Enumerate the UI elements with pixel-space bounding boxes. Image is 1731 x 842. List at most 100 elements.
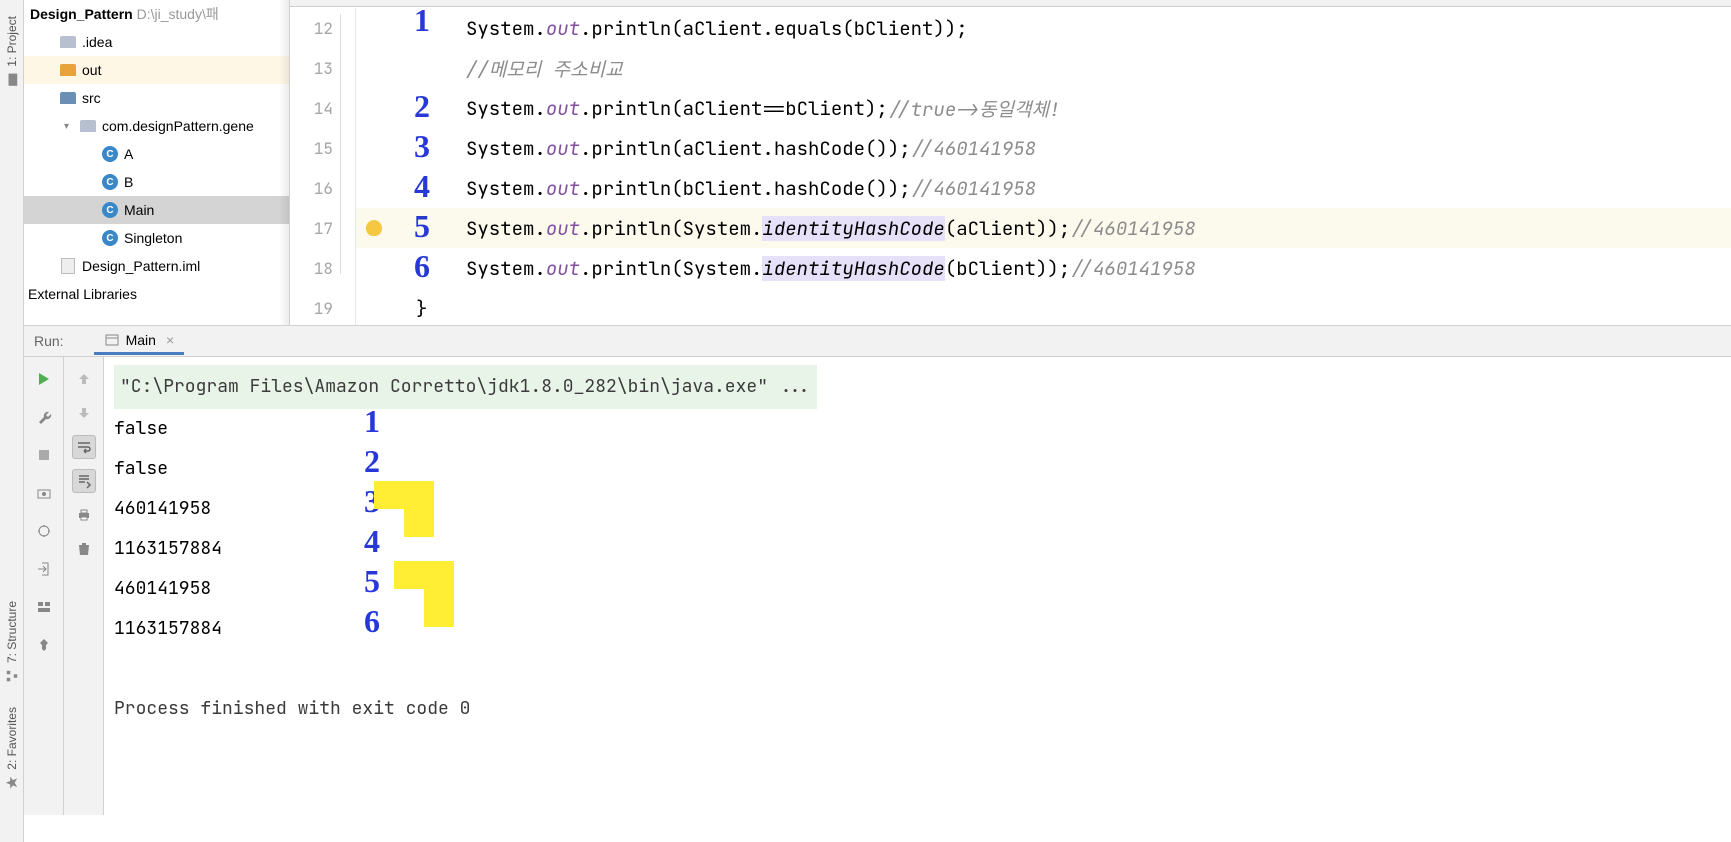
tree-item-label: Singleton — [124, 230, 182, 246]
code-line[interactable]: System.out.println(System.identityHashCo… — [356, 208, 1731, 248]
tree-item[interactable]: src — [24, 84, 289, 112]
class-icon: C — [100, 146, 120, 162]
handwritten-annotation: 5 — [414, 208, 430, 245]
star-icon — [5, 776, 19, 790]
up-button[interactable] — [72, 367, 96, 391]
chevron-icon: ▾ — [64, 121, 78, 132]
code-line[interactable]: } — [356, 288, 1731, 328]
tree-item[interactable]: ▾ com.designPattern.gene — [24, 112, 289, 140]
soft-wrap-button[interactable] — [72, 435, 96, 459]
tree-item-label: src — [82, 90, 101, 106]
camera-button[interactable] — [32, 481, 56, 505]
handwritten-annotation: 2 — [414, 88, 430, 125]
run-panel: Run: Main × — [24, 325, 1731, 815]
folder-icon — [58, 92, 78, 104]
rerun-button[interactable] — [32, 367, 56, 391]
tree-item[interactable]: CB — [24, 168, 289, 196]
pin-button[interactable] — [32, 633, 56, 657]
code-line[interactable]: System.out.println(aClient.hashCode());/… — [356, 128, 1731, 168]
tree-item-label: B — [124, 174, 133, 190]
code-line[interactable]: //메모리 주소비교 — [356, 48, 1731, 88]
external-libraries[interactable]: External Libraries — [24, 280, 289, 308]
output-line: 460141958 — [114, 489, 1721, 529]
trash-button[interactable] — [72, 537, 96, 561]
tree-item[interactable]: .idea — [24, 28, 289, 56]
debug-button[interactable] — [32, 519, 56, 543]
code-token: out — [546, 96, 580, 121]
editor: CSingleton.javaCA.javaCMain.javaCB.java … — [290, 0, 1731, 325]
structure-icon — [5, 669, 19, 683]
print-button[interactable] — [72, 503, 96, 527]
code-line[interactable]: System.out.println(System.identityHashCo… — [356, 248, 1731, 288]
scroll-to-end-button[interactable] — [72, 469, 96, 493]
code-token: //true->동일객체! — [888, 95, 1061, 122]
class-icon: C — [100, 202, 120, 218]
run-toolbar-secondary — [64, 357, 104, 815]
code-token: out — [546, 16, 580, 41]
tool-project[interactable]: 1: Project — [5, 16, 19, 87]
folder-icon — [5, 73, 19, 87]
tree-item-label: com.designPattern.gene — [102, 118, 254, 134]
code-token: System. — [466, 96, 546, 121]
run-label: Run: — [34, 333, 64, 349]
handwritten-annotation: 4 — [414, 168, 430, 205]
handwritten-annotation: 3 — [414, 128, 430, 165]
stop-button[interactable] — [32, 443, 56, 467]
output-line: false — [114, 409, 1721, 449]
code-token: .println(System. — [580, 216, 762, 241]
code-token: (bClient)); — [945, 256, 1070, 281]
line-number: 14 — [290, 88, 355, 128]
tree-item-label: Main — [124, 202, 154, 218]
code-line[interactable]: System.out.println(aClient.equals(bClien… — [356, 8, 1731, 48]
line-number: 19 — [290, 288, 355, 328]
folder-icon — [78, 120, 98, 132]
folder-icon — [58, 64, 78, 76]
class-icon: C — [100, 174, 120, 190]
code-token: //460141958 — [1070, 216, 1195, 241]
layout-button[interactable] — [32, 595, 56, 619]
code-line[interactable]: System.out.println(bClient.hashCode());/… — [356, 168, 1731, 208]
code-token: identityHashCode — [762, 256, 944, 281]
line-number: 13 — [290, 48, 355, 88]
left-tool-strip: 1: Project 7: Structure 2: Favorites — [0, 0, 24, 842]
console[interactable]: "C:\Program Files\Amazon Corretto\jdk1.8… — [104, 357, 1731, 815]
command-line: "C:\Program Files\Amazon Corretto\jdk1.8… — [114, 365, 817, 409]
tree-item[interactable]: out — [24, 56, 289, 84]
code-token: System. — [466, 216, 546, 241]
handwritten-annotation: 1 — [414, 2, 430, 39]
tree-item[interactable]: CA — [24, 140, 289, 168]
run-toolbar-primary — [24, 357, 64, 815]
wrench-button[interactable] — [32, 405, 56, 429]
gutter: 1213141516171819 — [290, 8, 356, 328]
code-token: //460141958 — [911, 176, 1036, 201]
output-line: 460141958 — [114, 569, 1721, 609]
down-button[interactable] — [72, 401, 96, 425]
code-line[interactable]: System.out.println(aClient==bClient);//t… — [356, 88, 1731, 128]
class-icon: C — [100, 230, 120, 246]
tool-favorites[interactable]: 2: Favorites — [5, 707, 19, 790]
tree-item[interactable]: CMain — [24, 196, 289, 224]
tree-item[interactable]: Design_Pattern.iml — [24, 252, 289, 280]
code-token: System. — [466, 16, 546, 41]
tree-item-label: Design_Pattern.iml — [82, 258, 200, 274]
code-token: (aClient)); — [945, 216, 1070, 241]
project-tree[interactable]: Design_Pattern D:\ji_study\패 .idea out src… — [24, 0, 290, 325]
tree-item-label: A — [124, 146, 133, 162]
code-token: System. — [466, 136, 546, 161]
module-icon — [58, 258, 78, 274]
close-icon[interactable]: × — [166, 332, 174, 348]
tree-item-label: .idea — [82, 34, 112, 50]
line-number: 16 — [290, 168, 355, 208]
run-header: Run: Main × — [24, 326, 1731, 357]
code-token: .println(aClient.hashCode()); — [580, 136, 911, 161]
bulb-icon[interactable] — [366, 220, 382, 236]
exit-button[interactable] — [32, 557, 56, 581]
tool-structure[interactable]: 7: Structure — [5, 601, 19, 683]
tree-item[interactable]: CSingleton — [24, 224, 289, 252]
code-area[interactable]: System.out.println(aClient.equals(bClien… — [356, 8, 1731, 325]
project-root[interactable]: Design_Pattern D:\ji_study\패 — [24, 0, 289, 28]
code-token: System. — [466, 176, 546, 201]
run-tab[interactable]: Main × — [94, 328, 185, 355]
code-token: } — [416, 296, 427, 321]
tree-scroll-shadow — [279, 0, 289, 325]
